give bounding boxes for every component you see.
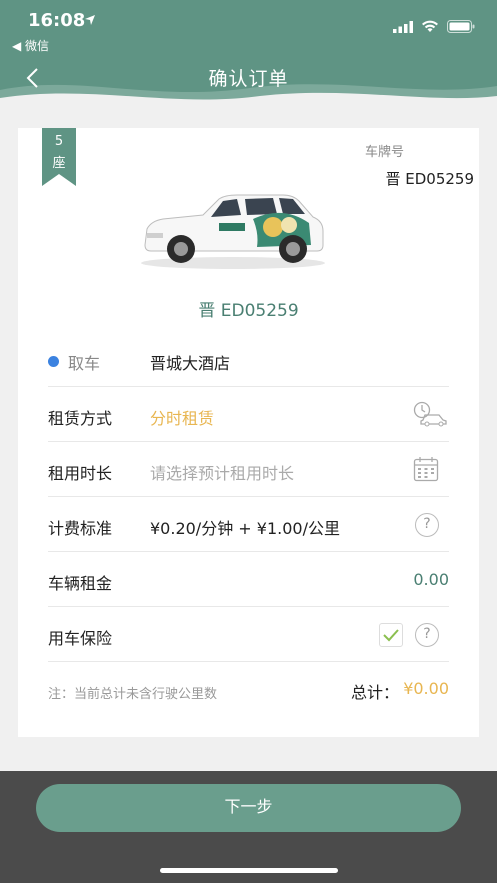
pricing-value: ¥0.20/分钟 + ¥1.00/公里 [150, 519, 340, 538]
total-label: 总计： [351, 683, 400, 702]
cellular-signal-icon [393, 20, 413, 33]
insurance-checkbox[interactable] [379, 623, 403, 647]
rental-mode-value: 分时租赁 [150, 409, 215, 428]
location-arrow-icon [85, 15, 95, 25]
page-title: 确认订单 [208, 68, 289, 90]
home-indicator[interactable] [160, 868, 338, 873]
plate-label: 车牌号 [365, 145, 405, 160]
battery-icon [447, 20, 475, 33]
pickup-label: 取车 [68, 354, 101, 373]
insurance-row: 用车保险 ? [48, 607, 449, 662]
pickup-location: 晋城大酒店 [150, 354, 231, 373]
time-car-icon[interactable] [413, 401, 449, 427]
rental-mode-row[interactable]: 租赁方式 分时租赁 [48, 387, 449, 442]
pricing-help-icon[interactable]: ? [415, 513, 439, 537]
status-time: 16:08 [28, 10, 86, 31]
car-image [141, 194, 325, 269]
insurance-help-icon[interactable]: ? [415, 623, 439, 647]
wifi-icon [422, 20, 438, 32]
pickup-row[interactable]: 取车 晋城大酒店 [48, 332, 449, 387]
rent-fee-row: 车辆租金 0.00 [48, 552, 449, 607]
rent-fee-label: 车辆租金 [48, 574, 113, 593]
seat-unit: 座 [52, 156, 66, 171]
duration-row[interactable]: 租用时长 请选择预计租用时长 [48, 442, 449, 497]
bottom-bar: 下一步 [0, 771, 497, 883]
plate-number-display: 晋 ED05259 [198, 301, 299, 321]
order-card: 5 座 车牌号 晋 ED05259 晋 ED05259 取车 晋城大酒店 租赁方… [18, 128, 479, 737]
app-header: 16:08 ◀ 微信 确认订单 [0, 0, 497, 112]
duration-placeholder[interactable]: 请选择预计租用时长 [150, 460, 294, 484]
checkmark-icon [383, 629, 399, 642]
plate-number: 晋 ED05259 [385, 170, 474, 188]
seat-count-badge: 5 座 [42, 128, 76, 186]
next-step-button[interactable]: 下一步 [36, 784, 461, 832]
insurance-label: 用车保险 [48, 629, 113, 648]
pricing-label: 计费标准 [48, 519, 113, 538]
pricing-row: 计费标准 ¥0.20/分钟 + ¥1.00/公里 ? [48, 497, 449, 552]
back-to-app-link[interactable]: ◀ 微信 [12, 37, 49, 54]
rental-mode-label: 租赁方式 [48, 409, 113, 428]
seat-count: 5 [54, 134, 64, 149]
pickup-dot-icon [48, 356, 59, 367]
summary-note: 注：当前总计未含行驶公里数 [48, 687, 218, 702]
duration-label: 租用时长 [48, 464, 113, 483]
calendar-icon[interactable] [413, 456, 439, 482]
status-bar: 16:08 ◀ 微信 [0, 0, 497, 56]
total-value: ¥0.00 [403, 679, 449, 698]
rent-fee-value: 0.00 [413, 570, 449, 589]
